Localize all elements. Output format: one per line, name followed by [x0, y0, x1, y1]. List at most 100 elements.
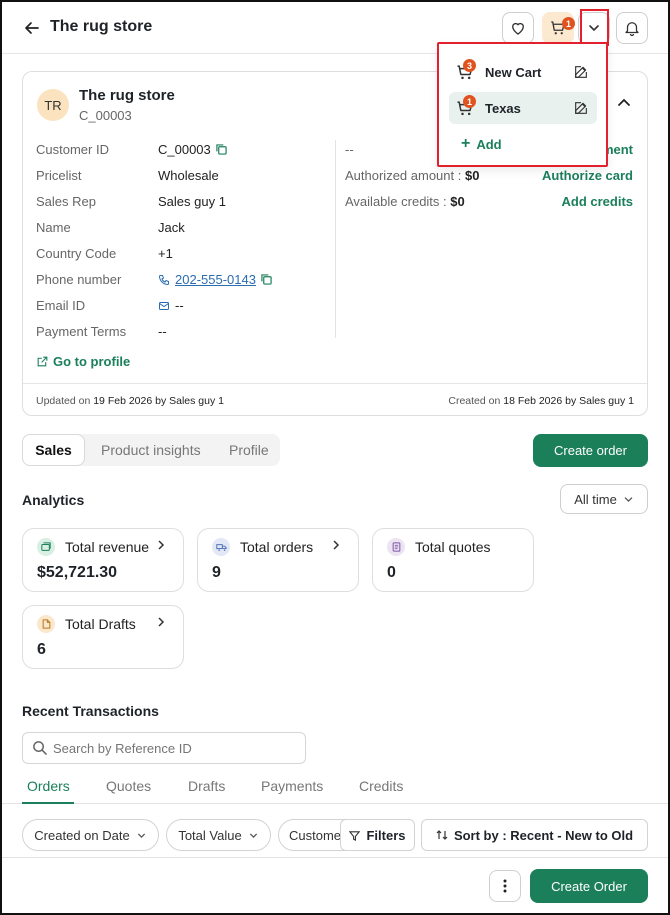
filters-button[interactable]: Filters	[340, 819, 415, 851]
search-icon	[33, 741, 47, 755]
detail-label: Phone number	[36, 272, 122, 287]
available-credits: Available credits : $0	[345, 194, 465, 209]
section-tabs: Sales Product insights Profile	[22, 434, 280, 466]
analytics-title: Analytics	[22, 492, 85, 508]
stat-label: Total revenue	[65, 539, 150, 555]
detail-value: Wholesale	[158, 168, 219, 183]
time-range-value: All time	[574, 491, 617, 507]
time-range-select[interactable]: All time	[560, 484, 648, 514]
stat-card-total-drafts[interactable]: Total Drafts 6	[22, 605, 184, 669]
detail-value-phone: 202-555-0143	[158, 272, 272, 287]
customer-id-text: C_00003	[158, 142, 211, 157]
truck-icon	[212, 538, 230, 556]
authorize-card-link[interactable]: Authorize card	[542, 168, 633, 183]
cart-name: New Cart	[485, 64, 542, 80]
sort-label: Sort by : Recent - New to Old	[453, 827, 634, 843]
detail-value: --	[158, 324, 167, 339]
updated-prefix: Updated on	[36, 395, 91, 407]
cart-menu-item-new-cart[interactable]: 3 New Cart	[449, 56, 597, 88]
go-to-profile-link[interactable]: Go to profile	[36, 354, 130, 369]
tab-profile[interactable]: Profile	[229, 434, 269, 466]
stat-card-total-quotes[interactable]: Total quotes 0	[372, 528, 534, 592]
total-value-filter[interactable]: Total Value	[166, 819, 271, 851]
detail-value-email: --	[158, 298, 184, 313]
create-order-button[interactable]: Create order	[533, 434, 648, 467]
filter-label: Total Value	[178, 827, 242, 843]
stat-label: Total quotes	[415, 539, 491, 555]
revenue-icon	[37, 538, 55, 556]
cart-menu-item-texas[interactable]: 1 Texas	[449, 92, 597, 124]
tab-sales[interactable]: Sales	[22, 434, 85, 466]
add-cart-button[interactable]: + Add	[461, 136, 502, 152]
chevron-up-icon[interactable]	[617, 96, 631, 110]
chevron-down-icon	[137, 832, 145, 838]
email-text: --	[175, 298, 184, 313]
created-prefix: Created on	[448, 395, 501, 407]
sort-button[interactable]: Sort by : Recent - New to Old	[421, 819, 648, 851]
detail-label: Payment Terms	[36, 324, 127, 339]
wishlist-button[interactable]	[502, 12, 534, 44]
vertical-dots-icon	[503, 879, 507, 893]
created-text: 18 Feb 2026 by Sales guy 1	[503, 395, 634, 407]
avatar: TR	[37, 89, 69, 121]
dropdown-toggle-highlight	[580, 9, 609, 46]
authorized-amount: Authorized amount : $0	[345, 168, 479, 183]
detail-value: Sales guy 1	[158, 194, 226, 209]
copy-icon[interactable]	[261, 274, 272, 285]
tab-orders[interactable]: Orders	[27, 778, 70, 794]
edit-icon[interactable]	[573, 100, 589, 116]
create-order-bottom-button[interactable]: Create Order	[530, 869, 648, 903]
stat-card-total-orders[interactable]: Total orders 9	[197, 528, 359, 592]
phone-icon	[158, 274, 169, 285]
copy-icon[interactable]	[216, 144, 227, 155]
chevron-down-icon	[624, 496, 633, 502]
go-to-profile-label: Go to profile	[53, 354, 131, 369]
credits-value: $0	[450, 194, 465, 209]
mail-icon	[159, 301, 169, 310]
add-credits-link[interactable]: Add credits	[561, 194, 633, 209]
filter-label: Custome	[289, 827, 342, 843]
chevron-right-icon	[158, 540, 165, 550]
quote-icon	[387, 538, 405, 556]
detail-label: Sales Rep	[36, 194, 96, 209]
bottom-action-bar: Create Order	[0, 857, 670, 915]
notifications-button[interactable]	[616, 12, 648, 44]
more-options-button[interactable]	[489, 870, 521, 902]
detail-label: Customer ID	[36, 142, 109, 157]
stat-card-total-revenue[interactable]: Total revenue $52,721.30	[22, 528, 184, 592]
phone-link[interactable]: 202-555-0143	[175, 272, 256, 287]
edit-icon[interactable]	[573, 64, 589, 80]
tab-drafts[interactable]: Drafts	[188, 778, 225, 794]
created-on-filter[interactable]: Created on Date	[22, 819, 159, 851]
stat-value: 9	[212, 564, 221, 581]
search-input[interactable]	[22, 732, 306, 764]
detail-label: Name	[36, 220, 71, 235]
detail-label: Email ID	[36, 298, 86, 313]
stat-label: Total orders	[240, 539, 314, 555]
cart-icon: 1	[455, 95, 477, 118]
customer-code: C_00003	[79, 108, 132, 123]
cart-icon: 3	[455, 59, 477, 82]
cart-button[interactable]: 1	[542, 12, 575, 44]
filter-label: Created on Date	[34, 827, 130, 843]
tab-payments[interactable]: Payments	[261, 778, 323, 794]
right-top-value: --	[345, 142, 354, 157]
tab-quotes[interactable]: Quotes	[106, 778, 151, 794]
updated-info: Updated on 19 Feb 2026 by Sales guy 1	[36, 395, 224, 407]
cart-name: Texas	[485, 100, 521, 116]
page-title: The rug store	[50, 18, 153, 35]
back-arrow-icon[interactable]	[20, 16, 44, 40]
tab-product-insights[interactable]: Product insights	[101, 434, 201, 466]
bell-icon	[625, 22, 639, 37]
filter-icon	[349, 830, 361, 841]
recent-transactions-title: Recent Transactions	[22, 703, 159, 719]
cart-dropdown-menu: 3 New Cart 1 Texas + Add	[437, 42, 608, 167]
chevron-right-icon	[333, 540, 340, 550]
detail-value: Jack	[158, 220, 185, 235]
transaction-tabs: Orders Quotes Drafts Payments Credits	[0, 770, 670, 804]
card-footer: Updated on 19 Feb 2026 by Sales guy 1 Cr…	[23, 383, 647, 415]
tab-credits[interactable]: Credits	[359, 778, 403, 794]
filters-label: Filters	[366, 827, 406, 843]
authorized-value: $0	[464, 168, 480, 183]
credits-label: Available credits :	[345, 194, 447, 209]
